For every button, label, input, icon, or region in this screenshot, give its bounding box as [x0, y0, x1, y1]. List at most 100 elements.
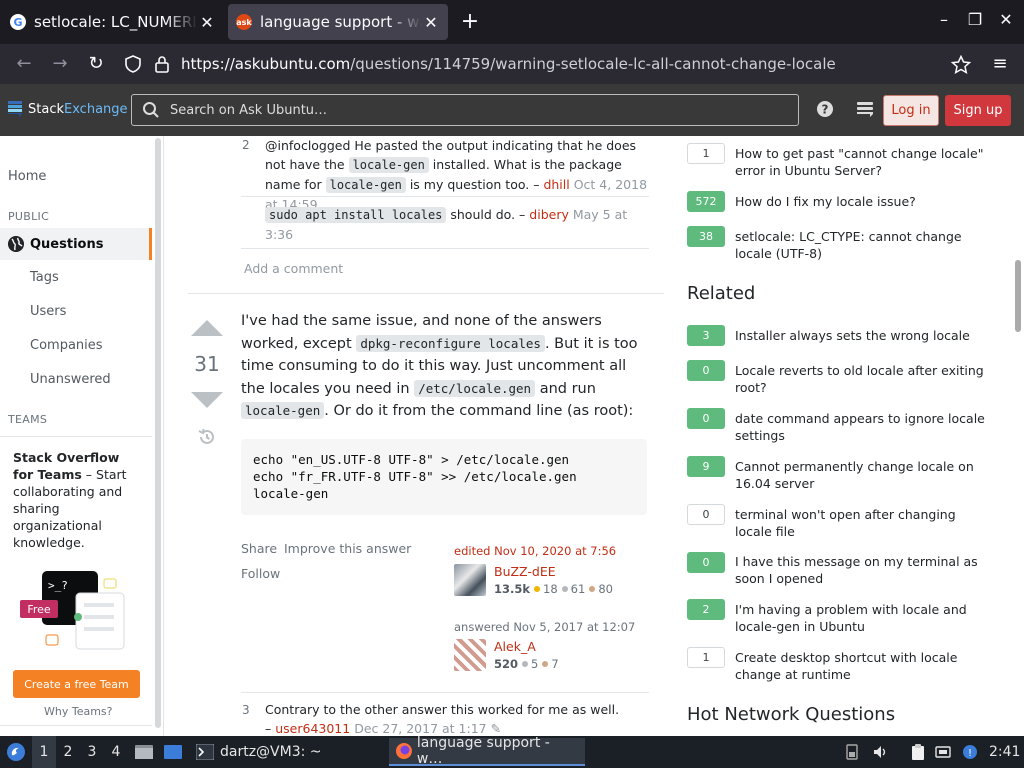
file-manager-icon[interactable]: [134, 743, 154, 761]
help-icon[interactable]: ?: [815, 100, 835, 120]
tab-setlocale[interactable]: G setlocale: LC_NUMERIC: cannot change l…: [2, 4, 224, 40]
code-block[interactable]: echo "en_US.UTF-8 UTF-8" > /etc/locale.g…: [241, 439, 647, 515]
improve-answer-link[interactable]: Improve this answer: [284, 541, 411, 556]
why-teams-link[interactable]: Why Teams?: [44, 705, 113, 718]
linked-question-link[interactable]: setlocale: LC_CTYPE: cannot change local…: [735, 228, 995, 262]
forward-icon[interactable]: →: [48, 52, 72, 76]
linked-count-badge: 572: [687, 191, 725, 212]
site-topbar: Stack Exchange Search on Ask Ubuntu… ?: [0, 84, 1024, 136]
network-icon[interactable]: [935, 744, 951, 760]
avatar[interactable]: [454, 564, 486, 596]
browser-nav-bar: ← → ↻ https://askubuntu.com/questions/11…: [0, 44, 1024, 84]
search-placeholder: Search on Ask Ubuntu…: [170, 102, 328, 118]
taskbar-firefox[interactable]: language support - w…: [389, 735, 585, 767]
volume-icon[interactable]: [872, 744, 888, 760]
browser-tab-bar: G setlocale: LC_NUMERIC: cannot change l…: [0, 0, 1024, 44]
answer-divider: [188, 293, 664, 294]
sidebar-item-questions[interactable]: Questions: [0, 228, 152, 260]
linked-count-badge: 1: [687, 143, 725, 164]
taskbar-terminal[interactable]: dartz@VM3: ~: [190, 738, 328, 766]
sidebar-item-unanswered[interactable]: Unanswered: [30, 372, 111, 387]
svg-text:?: ?: [822, 103, 829, 117]
related-count-badge: 1: [687, 647, 725, 668]
login-button[interactable]: Log in: [883, 95, 939, 126]
editor-name[interactable]: BuZZ-dEE: [494, 564, 556, 579]
linked-question-link[interactable]: How to get past "cannot change locale" e…: [735, 145, 995, 179]
signup-button[interactable]: Sign up: [945, 95, 1011, 126]
sidebar-item-tags[interactable]: Tags: [30, 270, 59, 285]
related-question-link[interactable]: I have this message on my terminal as so…: [735, 553, 995, 587]
bookmark-star-icon[interactable]: [951, 55, 971, 75]
related-question-link[interactable]: I'm having a problem with locale and loc…: [735, 601, 995, 635]
related-question-link[interactable]: date command appears to ignore locale se…: [735, 410, 995, 444]
comments-divider: [241, 692, 649, 693]
workspace-1[interactable]: 1: [32, 736, 56, 768]
related-count-badge: 3: [687, 325, 725, 346]
related-question-link[interactable]: Installer always sets the wrong locale: [735, 327, 995, 344]
avatar[interactable]: [454, 639, 486, 671]
show-desktop-icon[interactable]: [163, 743, 183, 761]
related-question-link[interactable]: Create desktop shortcut with locale chan…: [735, 649, 995, 683]
linked-count-badge: 38: [687, 226, 725, 247]
comment-score: 2: [242, 138, 250, 152]
clipboard-icon[interactable]: [910, 744, 926, 760]
related-count-badge: 2: [687, 599, 725, 620]
comment-text: Contrary to the other answer this worked…: [265, 702, 620, 736]
workspace-3[interactable]: 3: [80, 736, 104, 768]
page-scrollbar[interactable]: [1015, 260, 1021, 332]
comment-user-link[interactable]: user643011: [275, 721, 350, 736]
site-switcher-icon[interactable]: [855, 100, 875, 120]
svg-text:!: !: [968, 748, 972, 759]
url-bar[interactable]: https://askubuntu.com/questions/114759/w…: [118, 48, 978, 80]
related-count-badge: 0: [687, 504, 725, 525]
notification-icon[interactable]: !: [962, 744, 978, 760]
sidebar-scrollbar[interactable]: [155, 138, 161, 728]
start-menu-icon[interactable]: [6, 742, 26, 762]
sidebar-item-home[interactable]: Home: [8, 169, 46, 184]
share-link[interactable]: Share: [241, 541, 277, 556]
back-icon[interactable]: ←: [12, 52, 36, 76]
edited-timestamp[interactable]: edited Nov 10, 2020 at 7:56: [454, 544, 616, 558]
battery-icon[interactable]: [844, 744, 860, 760]
related-question-link[interactable]: terminal won't open after changing local…: [735, 506, 995, 540]
upvote-button[interactable]: [191, 320, 223, 336]
related-question-link[interactable]: Locale reverts to old locale after exiti…: [735, 362, 995, 396]
close-window-icon[interactable]: ✕: [996, 10, 1016, 29]
shield-icon: [125, 55, 141, 73]
tab-language-support[interactable]: ask language support - warning: setlocal…: [228, 4, 448, 40]
history-icon[interactable]: [197, 427, 217, 452]
comment-divider: [241, 196, 649, 197]
comment-user-link[interactable]: dibery: [529, 207, 569, 222]
linked-question-link[interactable]: How do I fix my locale issue?: [735, 193, 995, 210]
minimize-icon[interactable]: –: [934, 10, 954, 29]
hot-network-heading: Hot Network Questions: [687, 704, 896, 725]
reload-icon[interactable]: ↻: [84, 52, 108, 76]
comment-user-link[interactable]: dhill: [543, 177, 569, 192]
sidebar-item-companies[interactable]: Companies: [30, 338, 103, 353]
create-free-team-button[interactable]: Create a free Team: [13, 670, 140, 698]
close-tab-icon[interactable]: ✕: [198, 13, 216, 32]
follow-link[interactable]: Follow: [241, 566, 280, 581]
related-count-badge: 0: [687, 552, 725, 573]
stackexchange-icon: [8, 101, 22, 117]
url-text[interactable]: https://askubuntu.com/questions/114759/w…: [181, 55, 836, 73]
tab-title: language support - warning: setlocale: [260, 13, 422, 31]
downvote-button[interactable]: [191, 392, 223, 408]
restore-icon[interactable]: ❐: [965, 10, 985, 29]
related-count-badge: 0: [687, 360, 725, 381]
site-search-input[interactable]: Search on Ask Ubuntu…: [131, 94, 799, 126]
close-tab-icon[interactable]: ✕: [422, 13, 440, 32]
related-question-link[interactable]: Cannot permanently change locale on 16.0…: [735, 458, 995, 492]
add-comment-link[interactable]: Add a comment: [244, 261, 343, 276]
app-menu-icon[interactable]: ≡: [988, 52, 1012, 76]
author-name[interactable]: Alek_A: [494, 639, 536, 654]
workspace-4[interactable]: 4: [104, 736, 128, 768]
sidebar-item-users[interactable]: Users: [30, 304, 66, 319]
stackexchange-logo[interactable]: Stack Exchange: [8, 101, 128, 117]
workspace-2[interactable]: 2: [56, 736, 80, 768]
author-reputation: 520 5 7: [494, 657, 559, 671]
askubuntu-icon: ask: [236, 14, 252, 30]
taskbar-clock[interactable]: 2:41: [989, 736, 1020, 768]
new-tab-button[interactable]: +: [458, 8, 482, 36]
related-count-badge: 9: [687, 456, 725, 477]
